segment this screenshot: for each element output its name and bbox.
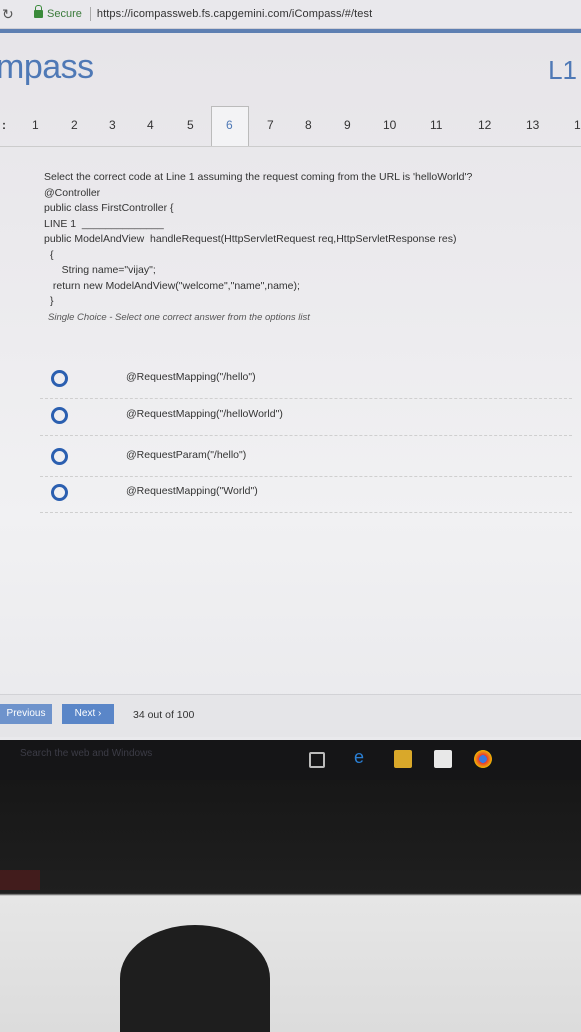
radio-button[interactable] [51, 448, 68, 465]
code-line: LINE 1 ______________ [44, 217, 164, 230]
qnav-prefix: : [2, 118, 6, 132]
answer-option-4[interactable]: @RequestMapping("World") [40, 472, 572, 513]
progress-count: 34 out of 100 [133, 709, 195, 721]
answer-option-1[interactable]: @RequestMapping("/hello") [40, 358, 572, 399]
task-view-icon[interactable] [309, 752, 325, 768]
code-line: { [50, 248, 54, 261]
next-button[interactable]: Next › [62, 704, 114, 724]
option-label: @RequestMapping("World") [126, 485, 258, 497]
question-panel: Select the correct code at Line 1 assumi… [44, 170, 574, 325]
reload-icon[interactable]: ↻ [2, 6, 20, 23]
question-navigator: : 1 2 3 4 5 6 7 8 9 10 11 12 13 1 [0, 104, 581, 148]
question-number-3[interactable]: 3 [109, 118, 116, 132]
app-logo: mpass [0, 48, 94, 86]
question-number-14[interactable]: 1 [574, 118, 581, 132]
question-number-12[interactable]: 12 [478, 118, 491, 132]
question-number-8[interactable]: 8 [305, 118, 312, 132]
answer-option-3[interactable]: @RequestParam("/hello") [40, 436, 572, 477]
lock-icon [34, 5, 43, 18]
app-screen: ↻ Secure https://icompassweb.fs.capgemin… [0, 0, 581, 740]
question-number-7[interactable]: 7 [267, 118, 274, 132]
question-number-9[interactable]: 9 [344, 118, 351, 132]
code-line: @Controller [44, 186, 101, 199]
file-explorer-icon[interactable] [394, 750, 412, 768]
url-text[interactable]: https://icompassweb.fs.capgemini.com/iCo… [97, 8, 372, 20]
code-line: } [50, 295, 54, 307]
address-separator [89, 7, 91, 21]
code-line: return new ModelAndView("welcome","name"… [50, 279, 300, 292]
radio-button[interactable] [51, 407, 68, 424]
option-label: @RequestMapping("/helloWorld") [126, 408, 283, 420]
test-footer: Previous Next › 34 out of 100 [0, 694, 581, 737]
radio-button[interactable] [51, 484, 68, 501]
question-number-1[interactable]: 1 [32, 118, 39, 132]
address-bar[interactable]: ↻ Secure https://icompassweb.fs.capgemin… [0, 0, 581, 29]
monitor-stand [120, 925, 270, 1032]
radio-button[interactable] [51, 370, 68, 387]
monitor-bezel [0, 780, 581, 1032]
edge-icon[interactable]: e [354, 747, 372, 767]
option-label: @RequestParam("/hello") [126, 449, 247, 461]
answer-option-2[interactable]: @RequestMapping("/helloWorld") [40, 395, 572, 436]
qnav-divider [0, 146, 581, 147]
question-number-2[interactable]: 2 [71, 118, 78, 132]
question-number-4[interactable]: 4 [147, 118, 154, 132]
question-text: Select the correct code at Line 1 assumi… [44, 171, 473, 183]
option-label: @RequestMapping("/hello") [126, 371, 256, 383]
level-indicator: L1 [548, 55, 577, 85]
brand-bar [0, 29, 581, 33]
answer-hint: Single Choice - Select one correct answe… [48, 311, 310, 323]
code-line: public class FirstController { [44, 202, 174, 214]
red-glow [0, 870, 40, 890]
windows-taskbar: Search the web and Windows e [0, 740, 581, 780]
code-line: public ModelAndView handleRequest(HttpSe… [44, 233, 457, 245]
question-number-11[interactable]: 11 [430, 118, 442, 132]
chrome-icon[interactable] [474, 750, 492, 768]
question-number-6[interactable]: 6 [226, 118, 233, 132]
store-icon[interactable] [434, 750, 452, 768]
secure-label: Secure [47, 8, 82, 20]
question-number-10[interactable]: 10 [383, 118, 396, 132]
question-number-13[interactable]: 13 [526, 118, 539, 132]
previous-button[interactable]: Previous [0, 704, 52, 724]
question-number-5[interactable]: 5 [187, 118, 194, 132]
code-line: String name="vijay"; [50, 264, 156, 276]
taskbar-search[interactable]: Search the web and Windows [20, 748, 152, 759]
